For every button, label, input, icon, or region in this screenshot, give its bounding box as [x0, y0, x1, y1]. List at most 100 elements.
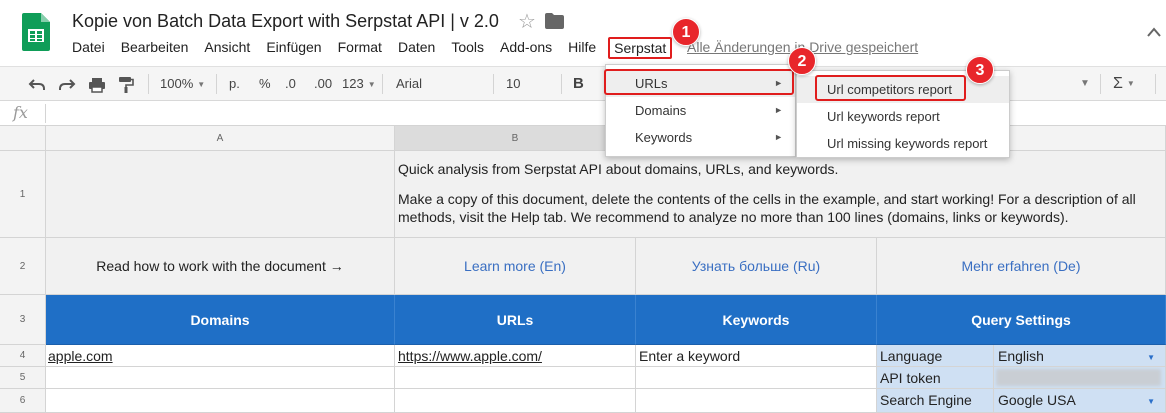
- document-title[interactable]: Kopie von Batch Data Export with Serpsta…: [72, 11, 499, 32]
- highlight-url-competitors: [815, 75, 966, 101]
- caret-down-icon: ▼: [197, 79, 206, 89]
- menu-einfuegen[interactable]: Einfügen: [258, 37, 329, 59]
- cell-c6[interactable]: [636, 389, 877, 413]
- url-keywords-report-item[interactable]: Url keywords report: [797, 103, 1009, 130]
- spreadsheet-grid: A B 1 2 3 4 5 6 Quick analysis from Serp…: [0, 126, 1166, 413]
- menu-item-domains[interactable]: Domains ►: [606, 97, 795, 124]
- submenu-arrow-icon: ►: [774, 132, 783, 142]
- header-domains[interactable]: Domains: [46, 295, 395, 345]
- number-format-select[interactable]: 123 ▼: [342, 67, 376, 101]
- language-value: English: [998, 348, 1044, 364]
- caret-down-icon: ▼: [367, 79, 376, 89]
- language-dropdown[interactable]: English ▼: [994, 345, 1166, 367]
- number-format-label: 123: [342, 76, 364, 91]
- highlight-urls: [604, 69, 794, 95]
- zoom-value: 100%: [160, 76, 194, 91]
- toolbar-divider: [561, 74, 562, 94]
- cell-a1[interactable]: [46, 151, 395, 238]
- bold-button[interactable]: B: [573, 67, 584, 101]
- decrease-decimals-button[interactable]: .0: [285, 67, 296, 101]
- menu-ansicht[interactable]: Ansicht: [196, 37, 258, 59]
- annotation-badge-1: 1: [672, 18, 700, 46]
- redacted-token: [996, 369, 1161, 386]
- menu-hilfe[interactable]: Hilfe: [560, 37, 604, 59]
- header-keywords[interactable]: Keywords: [636, 295, 877, 345]
- chevron-up-icon[interactable]: [1146, 26, 1162, 38]
- menu-serpstat[interactable]: Serpstat: [608, 37, 673, 59]
- caret-down-icon: ▼: [1126, 79, 1135, 88]
- header-query-settings[interactable]: Query Settings: [877, 295, 1166, 345]
- language-label: Language: [877, 345, 994, 367]
- cell-b4[interactable]: https://www.apple.com/: [395, 345, 636, 367]
- menu-add-ons[interactable]: Add-ons: [492, 37, 560, 59]
- cell-a4[interactable]: apple.com: [46, 345, 395, 367]
- print-icon[interactable]: [88, 67, 106, 101]
- row-header-4[interactable]: 4: [0, 345, 46, 367]
- toolbar-divider: [382, 74, 383, 94]
- cell-c4[interactable]: Enter a keyword: [636, 345, 877, 367]
- cell-a2[interactable]: Read how to work with the document →: [46, 238, 395, 295]
- menu-item-keywords-label: Keywords: [635, 130, 693, 145]
- cell-b1[interactable]: Quick analysis from Serpstat API about d…: [395, 151, 1166, 238]
- learn-more-ru-link[interactable]: Узнать больше (Ru): [636, 238, 877, 295]
- menu-bearbeiten[interactable]: Bearbeiten: [113, 37, 197, 59]
- url-missing-keywords-report-item[interactable]: Url missing keywords report: [797, 130, 1009, 157]
- toolbar-divider: [1100, 74, 1101, 94]
- functions-button[interactable]: Σ ▼: [1113, 67, 1135, 101]
- paint-format-icon[interactable]: [118, 67, 134, 101]
- row-header-5[interactable]: 5: [0, 367, 46, 389]
- column-header-a[interactable]: A: [46, 126, 395, 151]
- font-family-select[interactable]: Arial: [396, 67, 422, 101]
- instructions-text: Make a copy of this document, delete the…: [398, 191, 1136, 225]
- google-sheets-logo[interactable]: [22, 13, 50, 51]
- dropdown-arrow-icon[interactable]: ▼: [1147, 397, 1155, 406]
- folder-icon[interactable]: [545, 13, 564, 29]
- learn-more-de-link[interactable]: Mehr erfahren (De): [877, 238, 1166, 295]
- api-token-label: API token: [877, 367, 994, 389]
- row-header-2[interactable]: 2: [0, 238, 46, 295]
- learn-more-en-link[interactable]: Learn more (En): [395, 238, 636, 295]
- select-all-corner[interactable]: [0, 126, 46, 151]
- redo-icon[interactable]: [58, 67, 76, 101]
- api-token-input[interactable]: [994, 367, 1166, 389]
- cell-c5[interactable]: [636, 367, 877, 389]
- annotation-badge-2: 2: [788, 47, 816, 75]
- cell-b6[interactable]: [395, 389, 636, 413]
- zoom-select[interactable]: 100% ▼: [160, 67, 205, 101]
- row-header-3[interactable]: 3: [0, 295, 46, 345]
- annotation-badge-3: 3: [966, 56, 994, 84]
- row-header-1[interactable]: 1: [0, 151, 46, 238]
- submenu-arrow-icon: ►: [774, 105, 783, 115]
- menu-datei[interactable]: Datei: [64, 37, 113, 59]
- search-engine-value: Google USA: [998, 392, 1076, 408]
- menu-format[interactable]: Format: [330, 37, 390, 59]
- menu-item-domains-label: Domains: [635, 103, 687, 118]
- increase-decimals-button[interactable]: .00: [314, 67, 332, 101]
- cell-a5[interactable]: [46, 367, 395, 389]
- star-icon[interactable]: ☆: [518, 9, 536, 34]
- header-urls[interactable]: URLs: [395, 295, 636, 345]
- search-engine-dropdown[interactable]: Google USA ▼: [994, 389, 1166, 413]
- menu-daten[interactable]: Daten: [390, 37, 443, 59]
- column-header-b[interactable]: B: [395, 126, 636, 151]
- cell-b5[interactable]: [395, 367, 636, 389]
- percent-format-button[interactable]: %: [259, 67, 271, 101]
- row-header-6[interactable]: 6: [0, 389, 46, 413]
- toolbar-divider: [148, 74, 149, 94]
- search-engine-label: Search Engine: [877, 389, 994, 413]
- menu-item-keywords[interactable]: Keywords ►: [606, 124, 795, 151]
- menu-tools[interactable]: Tools: [443, 37, 492, 59]
- undo-icon[interactable]: [28, 67, 46, 101]
- currency-format-button[interactable]: р.: [229, 67, 240, 101]
- cell-a6[interactable]: [46, 389, 395, 413]
- font-size-select[interactable]: 10: [506, 67, 520, 101]
- toolbar-divider: [216, 74, 217, 94]
- sigma-label: Σ: [1113, 75, 1123, 93]
- fx-icon: fx: [13, 103, 28, 122]
- formula-divider: [45, 104, 46, 123]
- caret-down-icon[interactable]: ▼: [1080, 67, 1090, 101]
- dropdown-arrow-icon[interactable]: ▼: [1147, 353, 1155, 362]
- toolbar-divider: [1155, 74, 1156, 94]
- app-header: Kopie von Batch Data Export with Serpsta…: [0, 0, 1166, 66]
- intro-text: Quick analysis from Serpstat API about d…: [398, 161, 839, 177]
